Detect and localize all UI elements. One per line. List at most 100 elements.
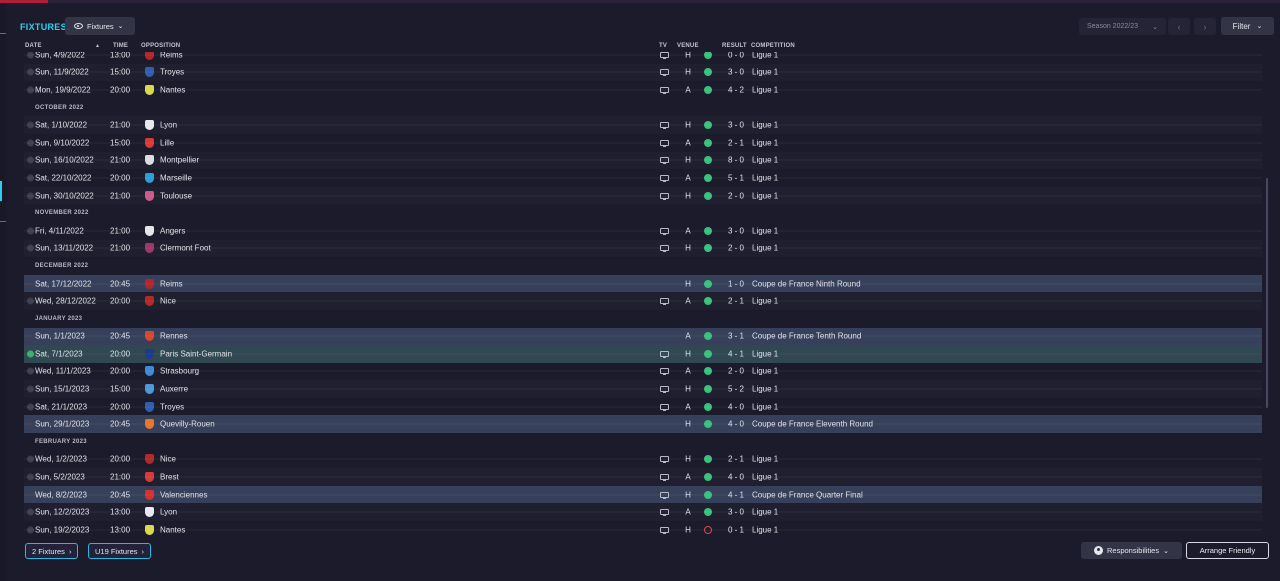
fixture-result[interactable]: 0 - 0: [725, 52, 747, 59]
responsibilities-label: Responsibilities: [1107, 546, 1160, 555]
month-header: NOVEMBER 2022: [24, 204, 1262, 222]
season-select[interactable]: Season 2022/23 ⌄: [1079, 18, 1166, 35]
column-header-tv[interactable]: TV: [659, 43, 667, 49]
month-label: NOVEMBER 2022: [35, 210, 89, 217]
row-divider: [24, 283, 1262, 285]
filter-button[interactable]: Filter ⌄: [1221, 17, 1274, 35]
fixture-row[interactable]: Sun, 9/10/2022 15:00 Lille A 2 - 1 Ligue 1: [24, 134, 1262, 152]
previous-season-button[interactable]: ‹: [1168, 18, 1190, 35]
person-icon: [1094, 546, 1103, 555]
chevron-right-icon: ›: [141, 546, 145, 556]
sort-ascending-icon: ▲: [95, 43, 100, 49]
fixtures-table: Sun, 4/9/2022 13:00 Reims H 0 - 0 Ligue 1 Sun,…: [24, 52, 1262, 540]
chevron-down-icon: ⌄: [1152, 23, 1158, 31]
fixture-row[interactable]: Mon, 19/9/2022 20:00 Nantes A 4 - 2 Ligue 1: [24, 81, 1262, 99]
column-header-competition[interactable]: COMPETITION: [751, 43, 795, 49]
side-nav-strip: [0, 3, 6, 581]
side-nav-active-marker: [0, 181, 2, 201]
page-title: FIXTURES: [20, 22, 67, 32]
top-accent-bar: [0, 0, 1280, 3]
column-header-result[interactable]: RESULT: [722, 43, 747, 49]
row-divider: [24, 370, 1262, 372]
top-accent-red: [0, 0, 48, 3]
column-header-date[interactable]: DATE: [25, 43, 42, 49]
row-divider: [24, 300, 1262, 302]
fixture-row[interactable]: Sun, 4/9/2022 13:00 Reims H 0 - 0 Ligue 1: [24, 52, 1262, 64]
scrollbar-thumb[interactable]: [1266, 178, 1268, 408]
row-divider: [24, 458, 1262, 460]
fixtures-list: Sun, 4/9/2022 13:00 Reims H 0 - 0 Ligue 1 Sun,…: [24, 52, 1262, 539]
month-label: OCTOBER 2022: [35, 104, 84, 111]
fixture-row[interactable]: Sun, 5/2/2023 21:00 Brest A 4 - 0 Ligue 1: [24, 468, 1262, 486]
row-divider: [24, 159, 1262, 161]
fixture-row[interactable]: Sun, 30/10/2022 21:00 Toulouse H 2 - 0 Ligue …: [24, 187, 1262, 205]
responsibilities-button[interactable]: Responsibilities ⌄: [1081, 542, 1182, 559]
row-divider: [24, 406, 1262, 408]
fixture-row[interactable]: Sat, 22/10/2022 20:00 Marseille A 5 - 1 Ligue…: [24, 169, 1262, 187]
filter-label: Filter: [1232, 21, 1251, 31]
fixture-row[interactable]: Sun, 13/11/2022 21:00 Clermont Foot H 2 - 0L…: [24, 240, 1262, 258]
month-label: DECEMBER 2022: [35, 262, 89, 269]
fixture-row[interactable]: Sun, 16/10/2022 21:00 Montpellier H 8 - 0 Lig…: [24, 152, 1262, 170]
row-divider: [24, 54, 1262, 56]
chevron-down-icon: ⌄: [117, 23, 124, 30]
month-label: FEBRUARY 2023: [35, 438, 87, 445]
fixture-row[interactable]: Sat, 1/10/2022 21:00 Lyon H 3 - 0 Ligue 1: [24, 116, 1262, 134]
column-header-venue[interactable]: VENUE: [677, 43, 699, 49]
side-nav-divider: [0, 221, 6, 222]
row-divider: [24, 142, 1262, 144]
month-header: JANUARY 2023: [24, 310, 1262, 328]
column-header-time[interactable]: TIME: [113, 43, 128, 49]
month-header: FEBRUARY 2023: [24, 433, 1262, 451]
fixture-row[interactable]: Sat, 21/1/2023 20:00 Troyes A 4 - 0 Ligue 1: [24, 398, 1262, 416]
season-select-label: Season 2022/23: [1087, 23, 1138, 30]
opposition-link[interactable]: Reims: [160, 52, 183, 59]
eye-icon: [74, 23, 83, 29]
fixture-row[interactable]: Fri, 4/11/2022 21:00 Angers A 3 - 0 Ligue 1: [24, 222, 1262, 240]
fixture-row[interactable]: Sun, 12/2/2023 13:00 Lyon A 3 - 0 Ligue 1: [24, 503, 1262, 521]
fixture-row[interactable]: Wed, 8/2/2023 20:45 Valenciennes H 4 - 1 Coup…: [24, 485, 1262, 504]
chevron-left-icon: ‹: [1177, 21, 1181, 32]
chevron-down-icon: ⌄: [1256, 23, 1263, 30]
row-divider: [24, 511, 1262, 513]
next-season-button[interactable]: ›: [1194, 18, 1216, 35]
row-divider: [24, 89, 1262, 91]
fixture-time: 13:00: [110, 52, 131, 60]
result-win-icon: [704, 52, 712, 59]
fixtures-count-label: 2 Fixtures: [32, 546, 65, 556]
fixture-row[interactable]: Sun, 15/1/2023 15:00 Auxerre H 5 - 2 Ligue 1: [24, 380, 1262, 398]
fixture-date: Sun, 4/9/2022: [35, 52, 85, 60]
side-nav-divider: [0, 33, 6, 34]
arrange-friendly-button[interactable]: Arrange Friendly: [1186, 542, 1269, 559]
row-divider: [24, 177, 1262, 179]
row-divider: [24, 494, 1262, 496]
row-divider: [24, 353, 1262, 355]
row-divider: [24, 195, 1262, 197]
chevron-right-icon: ›: [68, 546, 72, 556]
competition-link[interactable]: Ligue 1: [752, 52, 778, 59]
fixture-row[interactable]: Sun, 1/1/2023 20:45 Rennes A 3 - 1 Coupe de F…: [24, 327, 1262, 346]
row-divider: [24, 476, 1262, 478]
month-header: DECEMBER 2022: [24, 257, 1262, 275]
view-selector-button[interactable]: Fixtures ⌄: [65, 17, 135, 35]
u19-fixtures-link[interactable]: U19 Fixtures ›: [88, 543, 152, 559]
fixture-row[interactable]: Sat, 7/1/2023 20:00 Paris Saint-Germain H 4 …: [24, 345, 1262, 363]
column-header-opposition[interactable]: OPPOSITION: [141, 43, 180, 49]
arrange-friendly-label: Arrange Friendly: [1199, 546, 1256, 555]
chevron-down-icon: ⌄: [1163, 547, 1169, 555]
fixtures-count-link[interactable]: 2 Fixtures ›: [25, 543, 79, 559]
fixture-row[interactable]: Sat, 17/12/2022 20:45 Reims H 1 - 0 Coupe de …: [24, 274, 1262, 293]
fixture-row[interactable]: Wed, 1/2/2023 20:00 Nice H 2 - 1 Ligue 1: [24, 451, 1262, 469]
row-divider: [24, 335, 1262, 337]
row-divider: [24, 247, 1262, 249]
row-divider: [24, 71, 1262, 73]
fixture-row[interactable]: Wed, 28/12/2022 20:00 Nice A 2 - 1 Ligue 1: [24, 292, 1262, 310]
fixture-row[interactable]: Sun, 11/9/2022 15:00 Troyes H 3 - 0 Ligue 1: [24, 64, 1262, 82]
fixture-row[interactable]: Sun, 29/1/2023 20:45 Quevilly-Rouen H 4 - 0C…: [24, 415, 1262, 434]
row-divider: [24, 124, 1262, 126]
fixture-row[interactable]: Sun, 19/2/2023 13:00 Nantes H 0 - 1 Ligue 1: [24, 521, 1262, 539]
fixture-row[interactable]: Wed, 11/1/2023 20:00 Strasbourg A 2 - 0 Ligue…: [24, 363, 1262, 381]
club-crest-icon: [145, 52, 154, 60]
row-divider: [24, 230, 1262, 232]
month-label: JANUARY 2023: [35, 315, 83, 322]
